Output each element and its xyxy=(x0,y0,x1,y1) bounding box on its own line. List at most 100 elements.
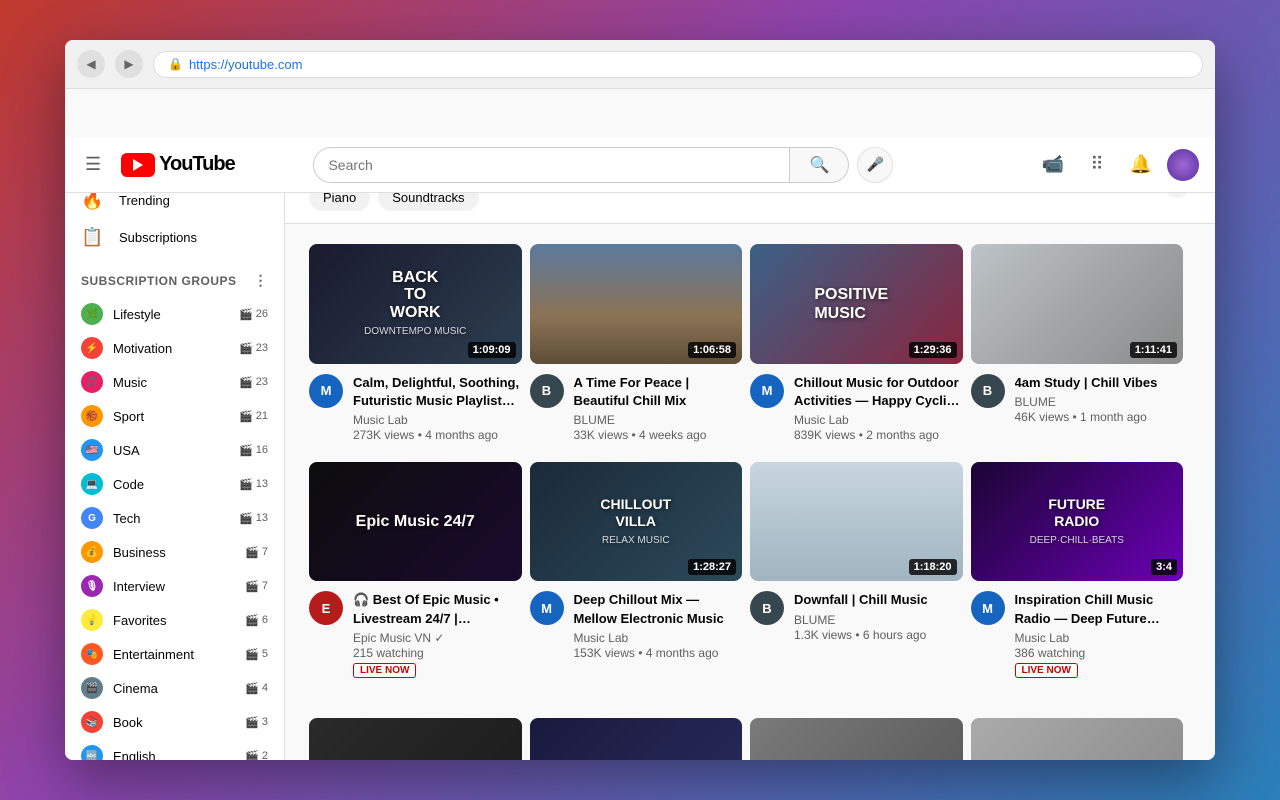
sidebar-item-subscriptions[interactable]: 📋 Subscriptions xyxy=(65,219,284,256)
sidebar-group-business[interactable]: 💰 Business 🎬7 xyxy=(65,535,284,569)
group-dot: 💡 xyxy=(81,609,103,631)
search-button[interactable]: 🔍 xyxy=(789,147,849,183)
group-count: 🎬4 xyxy=(245,682,268,695)
video-details: Inspiration Chill Music Radio — Deep Fut… xyxy=(1015,591,1184,677)
group-label: Sport xyxy=(113,409,144,424)
channel-avatar: M xyxy=(971,591,1005,625)
film-icon: 🎬 xyxy=(239,376,253,389)
video-title: 4am Study | Chill Vibes xyxy=(1015,374,1184,392)
channel-avatar: M xyxy=(750,374,784,408)
sidebar-group-motivation[interactable]: ⚡ Motivation 🎬23 xyxy=(65,331,284,365)
sidebar-group-favorites[interactable]: 💡 Favorites 🎬6 xyxy=(65,603,284,637)
sidebar-group-book[interactable]: 📚 Book 🎬3 xyxy=(65,705,284,739)
sidebar-group-code[interactable]: 💻 Code 🎬13 xyxy=(65,467,284,501)
video-card[interactable]: Epic Music 24/7 E 🎧 Best Of Epic Music •… xyxy=(309,462,530,698)
search-container: 🔍 🎤 xyxy=(313,147,893,183)
video-duration: 1:28:27 xyxy=(688,559,736,575)
video-thumbnail: 1:06:58 xyxy=(530,244,743,364)
video-thumbnail: FUTURERADIODEEP·CHILL·BEATS 3:4 xyxy=(971,462,1184,582)
apps-button[interactable]: ⠿ xyxy=(1079,147,1115,183)
video-duration: 1:18:20 xyxy=(909,559,957,575)
group-label: Motivation xyxy=(113,341,172,356)
back-button[interactable]: ◀ xyxy=(77,50,105,78)
film-icon: 🎬 xyxy=(245,614,259,627)
sidebar-group-interview[interactable]: 🎙 Interview 🎬7 xyxy=(65,569,284,603)
forward-button[interactable]: ▶ xyxy=(115,50,143,78)
group-count: 🎬21 xyxy=(239,410,268,423)
video-meta: 33K views • 4 weeks ago xyxy=(574,428,743,442)
mic-button[interactable]: 🎤 xyxy=(857,147,893,183)
group-count: 🎬13 xyxy=(239,478,268,491)
sidebar-group-cinema[interactable]: 🎬 Cinema 🎬4 xyxy=(65,671,284,705)
film-icon: 🎬 xyxy=(245,682,259,695)
group-count: 🎬5 xyxy=(245,648,268,661)
video-details: 4am Study | Chill Vibes BLUME 46K views … xyxy=(1015,374,1184,424)
group-count: 🎬2 xyxy=(245,750,268,761)
partial-video-card[interactable]: STUDY xyxy=(530,718,751,760)
partial-video-card[interactable] xyxy=(750,718,971,760)
partial-thumbnail xyxy=(309,718,522,760)
live-badge: LIVE NOW xyxy=(1015,663,1078,678)
group-dot: 📚 xyxy=(81,711,103,733)
partial-video-card[interactable] xyxy=(309,718,530,760)
sidebar-group-lifestyle[interactable]: 🌿 Lifestyle 🎬26 xyxy=(65,297,284,331)
video-thumbnail: Epic Music 24/7 xyxy=(309,462,522,582)
partial-thumbnail xyxy=(971,718,1184,760)
url-bar[interactable]: 🔒 https://youtube.com xyxy=(153,51,1203,78)
group-dot: 🎬 xyxy=(81,677,103,699)
sidebar-group-usa[interactable]: 🇺🇸 USA 🎬16 xyxy=(65,433,284,467)
partial-row: STUDY xyxy=(285,718,1215,760)
group-dot: 🇺🇸 xyxy=(81,439,103,461)
video-title: 🎧 Best Of Epic Music • Livestream 24/7 |… xyxy=(353,591,522,627)
video-channel: BLUME xyxy=(574,413,743,427)
yt-logo-text: YouTube xyxy=(159,153,235,176)
subscription-groups-list: 🌿 Lifestyle 🎬26 ⚡ Motivation 🎬23 🎵 Music… xyxy=(65,297,284,760)
sidebar-group-music[interactable]: 🎵 Music 🎬23 xyxy=(65,365,284,399)
channel-avatar: B xyxy=(750,591,784,625)
video-title: Chillout Music for Outdoor Activities — … xyxy=(794,374,963,410)
create-button[interactable]: 📹 xyxy=(1035,147,1071,183)
partial-video-card[interactable] xyxy=(971,718,1192,760)
video-card[interactable]: POSITIVEMUSIC 1:29:36 M Chillout Music f… xyxy=(750,244,971,462)
video-channel: Music Lab xyxy=(794,413,963,427)
video-card[interactable]: 1:18:20 B Downfall | Chill Music BLUME 1… xyxy=(750,462,971,698)
video-meta: 46K views • 1 month ago xyxy=(1015,410,1184,424)
avatar-image xyxy=(1167,149,1199,181)
live-badge: LIVE NOW xyxy=(353,663,416,678)
search-input[interactable] xyxy=(313,147,789,183)
trending-icon: 🔥 xyxy=(81,190,103,211)
hamburger-button[interactable]: ☰ xyxy=(81,150,105,179)
sidebar-group-sport[interactable]: 🏀 Sport 🎬21 xyxy=(65,399,284,433)
video-thumbnail: 1:11:41 xyxy=(971,244,1184,364)
sidebar-group-english[interactable]: 🔤 English 🎬2 xyxy=(65,739,284,760)
browser-chrome: ◀ ▶ 🔒 https://youtube.com xyxy=(65,40,1215,89)
video-info: B A Time For Peace | Beautiful Chill Mix… xyxy=(530,374,743,442)
video-card[interactable]: FUTURERADIODEEP·CHILL·BEATS 3:4 M Inspir… xyxy=(971,462,1192,698)
group-label: Code xyxy=(113,477,144,492)
main-content: AllChill-out musicLo-fi musicAmbient Mus… xyxy=(285,145,1215,760)
group-label: Favorites xyxy=(113,613,166,628)
film-icon: 🎬 xyxy=(245,546,259,559)
notifications-button[interactable]: 🔔 xyxy=(1123,147,1159,183)
yt-logo[interactable]: YouTube xyxy=(121,153,235,177)
video-title: Deep Chillout Mix — Mellow Electronic Mu… xyxy=(574,591,743,627)
video-card[interactable]: BACKTOWORKDOWNTEMPO MUSIC 1:09:09 M Calm… xyxy=(309,244,530,462)
video-card[interactable]: 1:11:41 B 4am Study | Chill Vibes BLUME … xyxy=(971,244,1192,462)
group-dot: G xyxy=(81,507,103,529)
video-card[interactable]: 1:06:58 B A Time For Peace | Beautiful C… xyxy=(530,244,751,462)
video-meta: 839K views • 2 months ago xyxy=(794,428,963,442)
group-label: Tech xyxy=(113,511,140,526)
avatar-button[interactable] xyxy=(1167,149,1199,181)
channel-avatar: M xyxy=(530,591,564,625)
video-details: Calm, Delightful, Soothing, Futuristic M… xyxy=(353,374,522,442)
group-label: Music xyxy=(113,375,147,390)
video-details: Downfall | Chill Music BLUME 1.3K views … xyxy=(794,591,963,641)
sidebar-group-entertainment[interactable]: 🎭 Entertainment 🎬5 xyxy=(65,637,284,671)
video-meta: 215 watching xyxy=(353,646,522,660)
section-options-button[interactable]: ⋮ xyxy=(254,272,269,289)
group-dot: 🌿 xyxy=(81,303,103,325)
video-card[interactable]: CHILLOUTVILLARELAX MUSIC 1:28:27 M Deep … xyxy=(530,462,751,698)
group-count: 🎬26 xyxy=(239,308,268,321)
group-dot: ⚡ xyxy=(81,337,103,359)
sidebar-group-tech[interactable]: G Tech 🎬13 xyxy=(65,501,284,535)
